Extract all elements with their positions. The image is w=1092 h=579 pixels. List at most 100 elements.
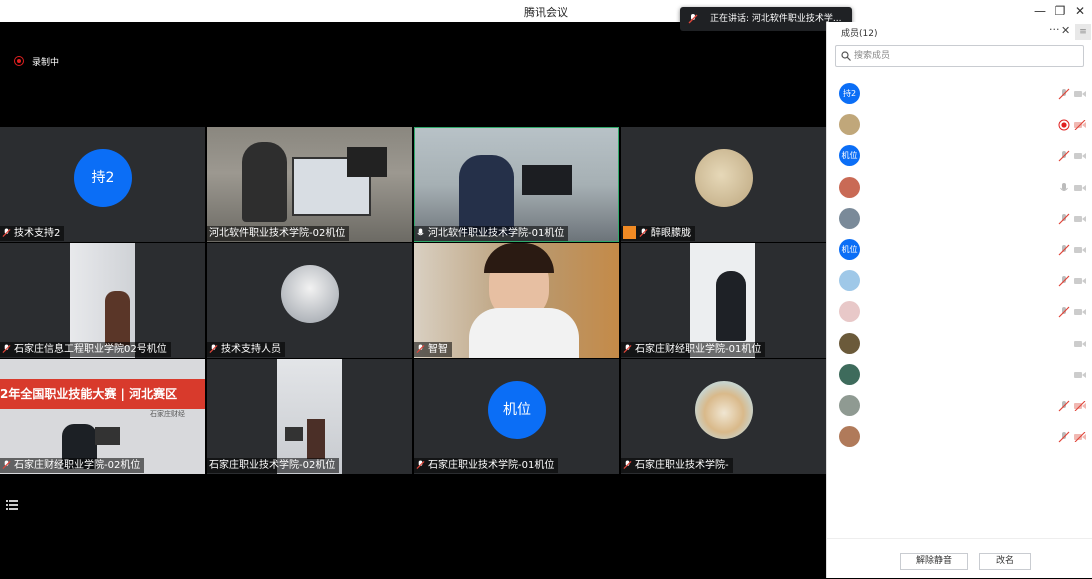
restore-button[interactable]: ❐ — [1050, 2, 1070, 20]
video-tile[interactable]: 河北软件职业技术学院-01机位 — [414, 127, 619, 242]
unmute-all-button[interactable]: 解除静音 — [900, 553, 968, 570]
mic-muted-icon[interactable] — [1058, 88, 1070, 100]
close-button[interactable]: ✕ — [1070, 2, 1090, 20]
mic-muted-icon — [416, 344, 425, 354]
minimize-button[interactable]: — — [1030, 2, 1050, 20]
camera-off-icon[interactable] — [1074, 307, 1086, 317]
video-tile[interactable]: 智智 — [414, 243, 619, 358]
member-row[interactable] — [827, 360, 1092, 390]
mic-muted-icon — [2, 228, 11, 238]
tile-label: 技术支持2 — [0, 226, 65, 241]
member-row[interactable] — [827, 391, 1092, 421]
camera-muted-icon[interactable] — [1074, 119, 1086, 131]
list-view-icon[interactable] — [6, 500, 18, 510]
member-avatar — [839, 332, 860, 354]
member-row[interactable] — [827, 110, 1092, 140]
camera-feed — [415, 128, 618, 241]
video-tile[interactable]: 醉眼朦胧 — [621, 127, 826, 242]
camera-off-icon[interactable] — [1074, 245, 1086, 255]
camera-muted-icon[interactable] — [1074, 400, 1086, 412]
mic-muted-icon[interactable] — [1058, 150, 1070, 162]
tile-label: 石家庄财经职业学院-01机位 — [621, 342, 766, 357]
close-panel-icon[interactable]: ✕ — [1061, 24, 1070, 37]
screen-shape — [347, 147, 387, 177]
recording-indicator: 录制中 — [14, 55, 59, 68]
recording-label: 录制中 — [32, 58, 60, 68]
camera-off-icon[interactable] — [1074, 151, 1086, 161]
member-row[interactable]: 机位 — [827, 235, 1092, 265]
mic-muted-icon[interactable] — [1058, 275, 1070, 287]
video-tile[interactable]: 河北软件职业技术学院-02机位 — [207, 127, 412, 242]
window-title: 腾讯会议 — [524, 6, 568, 19]
rename-button[interactable]: 改名 — [979, 553, 1031, 570]
camera-off-icon[interactable] — [1074, 214, 1086, 224]
host-icon — [623, 226, 636, 239]
person-shape — [469, 308, 579, 358]
person-shape — [242, 142, 287, 222]
panel-footer: 解除静音 改名 — [827, 538, 1092, 579]
member-row[interactable] — [827, 266, 1092, 296]
members-panel: 成员(12) ··· ✕ ≡ 搜索成员 持2 机位 机位 解除静音 改名 — [826, 22, 1092, 578]
more-icon[interactable]: ··· — [1049, 23, 1060, 36]
member-avatar — [839, 176, 860, 198]
member-row[interactable] — [827, 204, 1092, 234]
video-tile[interactable]: 石家庄信息工程职业学院02号机位 — [0, 243, 205, 358]
panel-title: 成员(12) — [841, 29, 878, 39]
video-tile[interactable]: 石家庄财经职业学院-01机位 — [621, 243, 826, 358]
mic-muted-icon[interactable] — [1058, 431, 1070, 443]
member-avatar: 机位 — [839, 239, 860, 260]
monitor-shape — [285, 427, 303, 441]
search-input[interactable]: 搜索成员 — [835, 45, 1084, 67]
video-stage: 录制中 持2 技术支持2 河北软件职业技术学院-02机位 河北软件职业技术学院-… — [0, 22, 826, 578]
tile-label: 石家庄信息工程职业学院02号机位 — [0, 342, 171, 357]
member-row[interactable] — [827, 422, 1092, 452]
video-tile[interactable]: 机位 石家庄职业技术学院-01机位 — [414, 359, 619, 474]
member-avatar: 机位 — [839, 145, 860, 167]
mic-muted-icon — [2, 344, 11, 354]
tile-label: 河北软件职业技术学院-02机位 — [207, 226, 350, 241]
video-tile[interactable]: 持2 技术支持2 — [0, 127, 205, 242]
title-bar: 腾讯会议 — ❐ ✕ — [0, 0, 1092, 22]
camera-off-icon[interactable] — [1074, 276, 1086, 286]
banner-sub: 石家庄财经 — [150, 410, 185, 418]
panel-menu-icon[interactable]: ≡ — [1075, 24, 1091, 40]
recording-icon[interactable] — [1058, 119, 1070, 131]
avatar — [281, 265, 339, 323]
person-shape — [307, 419, 325, 459]
member-avatar — [839, 270, 860, 292]
video-tile[interactable]: 技术支持人员 — [207, 243, 412, 358]
person-shape — [459, 155, 514, 235]
mic-icon[interactable] — [1058, 182, 1070, 194]
member-avatar — [839, 207, 860, 229]
member-row[interactable] — [827, 329, 1092, 359]
camera-off-icon[interactable] — [1074, 370, 1086, 380]
mic-muted-icon[interactable] — [1058, 244, 1070, 256]
member-row[interactable]: 持2 — [827, 79, 1092, 109]
video-tile[interactable]: 2年全国职业技能大赛 | 河北赛区 石家庄财经 石家庄财经职业学院-02机位 — [0, 359, 205, 474]
member-avatar — [839, 363, 860, 385]
panel-header: 成员(12) ··· ✕ ≡ — [827, 22, 1092, 42]
mic-muted-icon — [623, 460, 632, 470]
member-avatar — [839, 395, 860, 416]
camera-off-icon[interactable] — [1074, 339, 1086, 349]
tile-label: 石家庄职业技术学院-01机位 — [414, 458, 559, 473]
camera-off-icon[interactable] — [1074, 183, 1086, 193]
camera-muted-icon[interactable] — [1074, 431, 1086, 443]
search-icon — [841, 51, 851, 61]
member-row[interactable] — [827, 297, 1092, 327]
tile-label: 石家庄职业技术学院- — [621, 458, 733, 473]
video-tile[interactable]: 石家庄职业技术学院- — [621, 359, 826, 474]
member-avatar: 持2 — [839, 83, 860, 104]
mic-muted-icon — [623, 344, 632, 354]
member-row[interactable]: 机位 — [827, 141, 1092, 171]
monitor-shape — [95, 427, 120, 445]
record-icon — [14, 56, 24, 66]
mic-muted-icon — [209, 344, 218, 354]
mic-muted-icon[interactable] — [1058, 213, 1070, 225]
camera-off-icon[interactable] — [1074, 89, 1086, 99]
mic-muted-icon[interactable] — [1058, 400, 1070, 412]
mic-muted-icon[interactable] — [1058, 306, 1070, 318]
video-tile[interactable]: 石家庄职业技术学院-02机位 — [207, 359, 412, 474]
member-avatar — [839, 301, 860, 323]
member-row[interactable] — [827, 173, 1092, 203]
